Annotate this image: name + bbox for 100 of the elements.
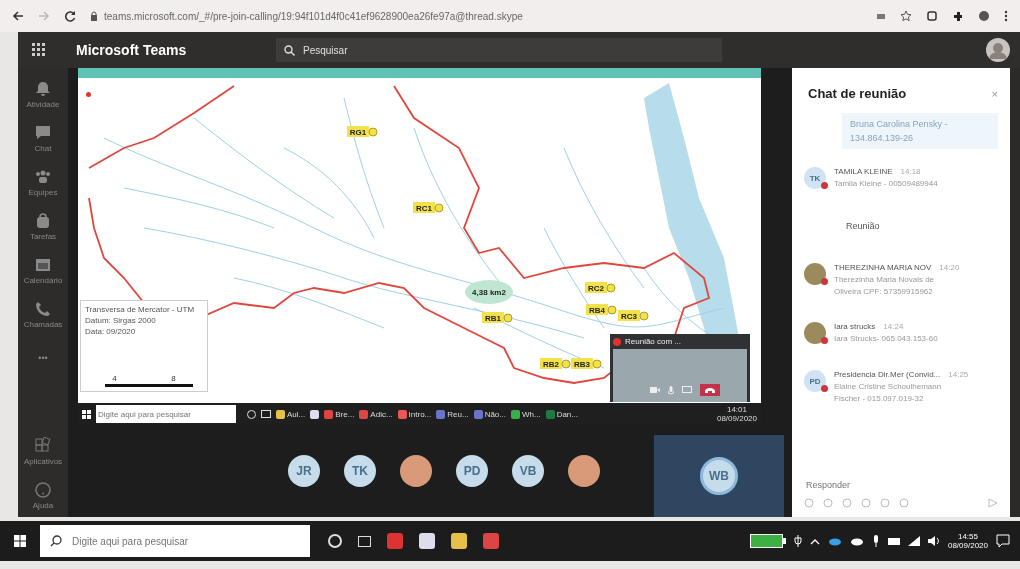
rail-label: Calendário [23,275,63,285]
rail-label: Atividade [26,99,60,109]
rail-item[interactable]: Chamadas [15,292,71,336]
legend-text: Datum: Sirgas 2000 [85,316,157,325]
panel-title: Chat de reunião [808,86,907,101]
site-label: RG1 [347,126,378,137]
taskbar-app[interactable]: Intro... [397,404,432,424]
message-text: Bruna Carolina Pensky - [850,119,949,129]
url-text: teams.microsoft.com/_#/pre-join-calling/19:94f101d4f0c41ef9628900ea26fe97a@thread.skype [104,10,523,22]
windows-icon [14,535,26,547]
phone-icon [705,387,715,393]
reply-field[interactable]: Responder [804,479,925,491]
taskbar-app[interactable]: Dan... [545,404,578,424]
sender-photo [804,263,826,285]
sender-avatar: TK [804,167,826,189]
participant-avatar[interactable]: VB [512,455,544,487]
task-view-icon[interactable] [358,535,371,547]
task-view-icon[interactable] [261,410,271,418]
message-time: 14:24 [883,322,904,331]
taskbar-app[interactable]: Não... [473,404,506,424]
windows-icon[interactable] [82,409,91,419]
search-field[interactable]: Pesquisar [301,43,505,57]
taskbar-app[interactable]: Aul... [276,404,306,424]
taskbar-app[interactable]: Wh... [510,404,541,424]
chevron-icon[interactable] [809,537,820,545]
help-icon [34,480,52,499]
participant-photo[interactable] [568,455,600,487]
rail-label: Tarefas [29,231,57,241]
message-time: 14:25 [948,370,969,379]
speaker-icon[interactable] [927,536,940,546]
star-icon[interactable] [900,10,912,22]
message-text: 134.864.139-26 [850,133,915,143]
scale-label: 8 [171,374,176,383]
rail-item[interactable]: ••• [15,336,71,380]
clock-time: 14:01 [726,405,747,414]
sender-name: Presidencia Dir.Mer (Convid... [834,370,941,379]
clock-date: 08/09/2020 [947,541,988,550]
message-time: 14:18 [900,167,921,176]
user-avatar[interactable] [986,38,1010,62]
rail-label: Chamadas [23,319,63,329]
message-text: Iara Strucks- 065.043.153-60 [834,334,938,343]
close-button[interactable]: × [991,87,998,100]
rail-label: Ajuda [32,500,54,510]
battery-icon[interactable] [749,534,786,548]
rail-label: Equipes [28,187,58,197]
legend-text: Data: 09/2020 [85,327,137,336]
rail-label: Aplicativos [23,456,63,466]
rail-item[interactable]: Equipes [15,160,71,204]
plug-icon[interactable] [793,535,802,547]
participant-avatar[interactable]: TK [344,455,376,487]
menu-icon[interactable] [1004,10,1008,22]
message-text: Oliveira CPF: 57359915962 [834,287,934,296]
apps-icon [34,436,52,455]
site-label: RC1 [413,202,444,213]
bell-icon [34,79,52,98]
rail-item[interactable]: Calendário [15,248,71,292]
wifi-icon[interactable] [907,536,920,546]
hang-up-button[interactable] [700,384,720,396]
notifications-icon[interactable] [996,534,1010,548]
rail-label: Chat [34,143,52,153]
participant-avatar[interactable]: WB [700,457,738,495]
taskbar-app[interactable]: Bre... [324,404,355,424]
sender-name: Iara strucks [834,322,876,331]
rail-item[interactable]: Atividade [15,72,71,116]
legend-text: Transversa de Mercator - UTM [85,305,196,314]
taskbar-app[interactable]: Reu... [436,404,469,424]
participant-photo[interactable] [400,455,432,487]
rail-item[interactable]: Aplicativos [15,429,71,473]
site-label: RC2 [585,282,616,293]
taskbar-app[interactable]: Adic... [359,404,393,424]
area-label: 4,38 km2 [465,280,513,304]
microphone-icon[interactable] [871,535,880,547]
rail-item[interactable]: Tarefas [15,204,71,248]
app-launcher-icon[interactable] [32,43,46,57]
participant-avatar[interactable]: JR [288,455,320,487]
site-label: RB4 [586,304,617,315]
chat-icon [34,123,52,142]
site-label: RC3 [618,310,649,321]
sender-name: THEREZINHA MARIA NOV [834,263,932,272]
message-time: 14:20 [939,263,960,272]
lock-icon [90,11,98,21]
site-label: RB2 [540,358,571,369]
marker-dot [86,92,91,97]
reload-icon[interactable] [64,10,76,22]
rail-item[interactable]: Chat [15,116,71,160]
record-icon [613,337,621,346]
rail-item[interactable]: Ajuda [15,473,71,517]
search-box[interactable]: Digite aqui para pesquisar [40,525,310,557]
site-label: RB3 [571,358,602,369]
participant-avatar[interactable]: PD [456,455,488,487]
more-label: ••• [38,353,48,363]
message-text: Elaine Cristine Schoulhemann [834,382,943,391]
sender-avatar: PD [804,370,826,392]
message-text: Tamila Kleine - 00509489944 [834,179,938,188]
search-icon [50,535,62,547]
back-icon[interactable] [12,10,24,22]
search-icon [284,44,295,56]
phone-icon [34,299,52,318]
clock-time: 14:55 [957,532,978,541]
clock-date: 08/09/2020 [716,414,757,423]
